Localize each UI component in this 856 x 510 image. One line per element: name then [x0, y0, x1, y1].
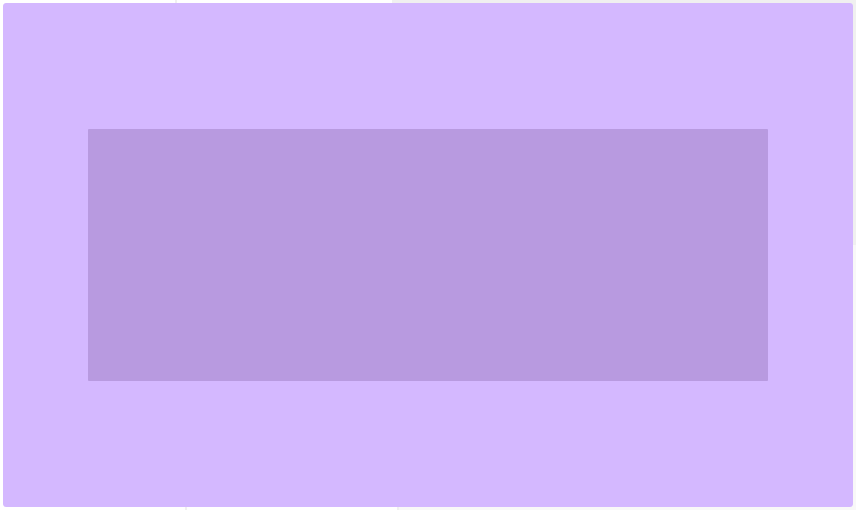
- orientation-panel: DEVICE ORIENTATION Table mount Wall: [399, 245, 856, 510]
- wall-screen-inner: [88, 129, 768, 381]
- orientation-cards: Table mount Wall mount: [415, 284, 840, 392]
- orient-card-wall[interactable]: Wall mount: [634, 284, 841, 392]
- wall-screen: [3, 3, 853, 507]
- wall-device-image: [715, 296, 759, 358]
